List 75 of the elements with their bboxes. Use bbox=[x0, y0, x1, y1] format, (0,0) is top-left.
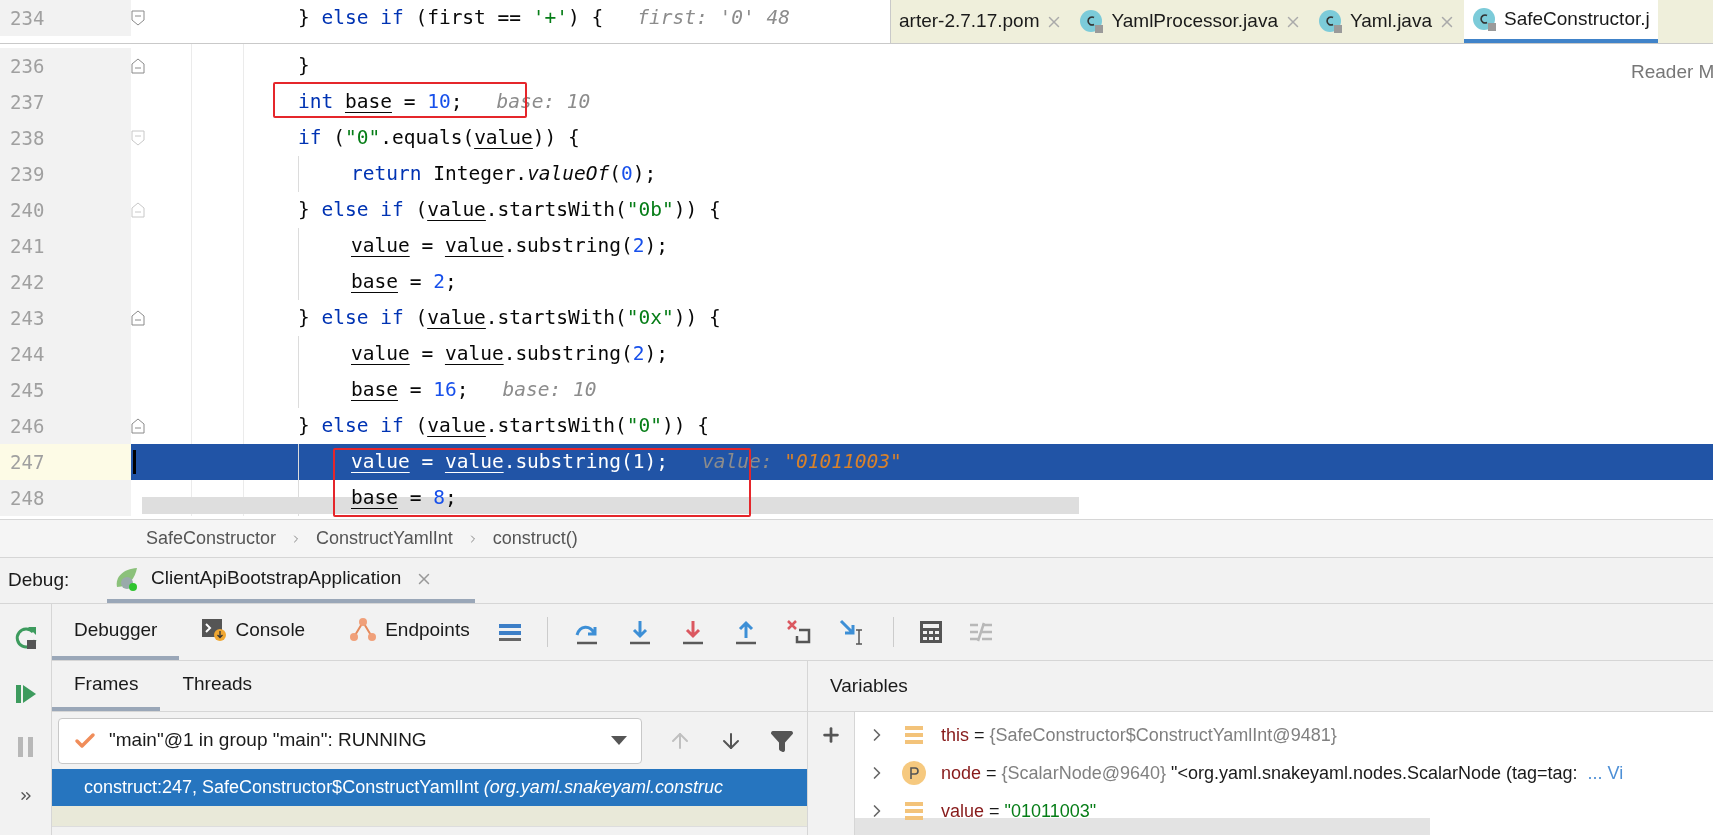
view-link[interactable]: ... Vi bbox=[1587, 759, 1624, 787]
code-line: int base = 10; bbox=[298, 90, 463, 114]
session-tab[interactable]: ClientApiBootstrapApplication bbox=[107, 558, 475, 603]
fold-icon[interactable] bbox=[131, 58, 145, 74]
endpoints-icon bbox=[349, 617, 378, 643]
line-number: 248 bbox=[10, 485, 45, 511]
field-icon bbox=[904, 801, 924, 821]
code-line: value = value.substring(1); bbox=[351, 450, 668, 474]
line-number: 246 bbox=[10, 413, 45, 439]
editor-tab[interactable]: Yaml.java bbox=[1309, 0, 1464, 43]
code-line: value = value.substring(2); bbox=[351, 234, 668, 258]
code-line: if ("0".equals(value)) { bbox=[298, 126, 580, 150]
breadcrumb-item[interactable]: SafeConstructor bbox=[146, 525, 277, 552]
field-icon bbox=[904, 725, 924, 745]
line-number: 239 bbox=[10, 161, 45, 187]
line-number: 242 bbox=[10, 269, 45, 295]
variable-entry[interactable]: node = {ScalarNode@9640} "<org.yaml.snakeyaml.nodes.ScalarNode (tag=tag: bbox=[941, 759, 1578, 787]
calculator-icon[interactable] bbox=[918, 620, 943, 644]
line-number: 240 bbox=[10, 197, 45, 223]
debug-tab[interactable]: Endpoints bbox=[327, 604, 492, 660]
resume-icon[interactable] bbox=[13, 682, 38, 706]
stream-trace-icon[interactable] bbox=[967, 621, 994, 643]
line-number: 245 bbox=[10, 377, 45, 403]
debug-label: Debug: bbox=[7, 568, 71, 593]
line-number: 237 bbox=[10, 89, 45, 115]
drop-frame-icon[interactable] bbox=[784, 618, 813, 646]
add-icon[interactable] bbox=[820, 724, 842, 746]
panel-title: Variables bbox=[830, 673, 908, 698]
caret-icon bbox=[611, 735, 627, 746]
code-line: } else if (value.startsWith("0x")) { bbox=[298, 306, 721, 330]
scrollbar[interactable] bbox=[855, 818, 1430, 835]
panel-tab[interactable]: Threads bbox=[160, 661, 275, 711]
variable-entry[interactable]: this = {SafeConstructor$ConstructYamlInt@9481} bbox=[941, 721, 1337, 749]
line-number: 234 bbox=[10, 5, 45, 31]
thread-dropdown[interactable]: "main"@1 in group "main": RUNNING bbox=[58, 717, 642, 764]
inline-value-hint: first: '0' 48 bbox=[637, 6, 790, 30]
class-file-icon bbox=[1472, 6, 1498, 33]
text-caret bbox=[133, 450, 136, 474]
reader-mode-label[interactable]: Reader M bbox=[1631, 58, 1713, 87]
fold-icon[interactable] bbox=[131, 310, 145, 326]
pause-icon[interactable] bbox=[15, 736, 36, 758]
frame-row[interactable]: construct:247, SafeConstructor$ConstructYamlInt (org.yaml.snakeyaml.construc bbox=[52, 769, 807, 806]
class-file-icon bbox=[1317, 8, 1344, 35]
line-number: 241 bbox=[10, 233, 45, 259]
code-line: } else if (value.startsWith("0b")) { bbox=[298, 198, 721, 222]
console-icon bbox=[201, 618, 228, 642]
variable-entry[interactable]: value = "01011003" bbox=[941, 797, 1097, 825]
debug-tab[interactable]: Console bbox=[179, 604, 328, 660]
code-line: } else if (first == '+') { bbox=[298, 6, 604, 30]
code-line: } else if (value.startsWith("0")) { bbox=[298, 414, 709, 438]
fold-icon[interactable] bbox=[131, 418, 145, 434]
breadcrumb-item[interactable]: construct() bbox=[492, 525, 578, 552]
code-line: base = 2; bbox=[351, 270, 457, 294]
editor-tab[interactable]: arter-2.7.17.pom bbox=[891, 0, 1072, 43]
line-number: 244 bbox=[10, 341, 45, 367]
menu-icon[interactable] bbox=[497, 622, 522, 642]
panel-tab[interactable]: Frames bbox=[52, 661, 161, 711]
code-line: return Integer.valueOf(0); bbox=[351, 162, 657, 186]
line-number: 247 bbox=[10, 449, 45, 475]
editor-tab[interactable]: SafeConstructor.j bbox=[1464, 0, 1658, 43]
line-number: 243 bbox=[10, 305, 45, 331]
filter-icon[interactable] bbox=[770, 728, 794, 753]
parameter-icon bbox=[901, 760, 927, 786]
line-number: 238 bbox=[10, 125, 45, 151]
code-line: } bbox=[298, 54, 310, 78]
breadcrumb-item[interactable]: ConstructYamlInt bbox=[316, 525, 453, 552]
code-line: base = 8; bbox=[351, 486, 457, 510]
line-number: 236 bbox=[10, 53, 45, 79]
code-line: base = 16; bbox=[351, 378, 469, 402]
class-file-icon bbox=[1079, 8, 1106, 35]
code-line: value = value.substring(2); bbox=[351, 342, 668, 366]
fold-icon[interactable] bbox=[131, 10, 145, 26]
debug-tab[interactable]: Debugger bbox=[52, 604, 180, 660]
inline-value-hint: base: 10 bbox=[502, 378, 597, 402]
editor-tab[interactable]: YamlProcessor.java bbox=[1071, 0, 1310, 43]
